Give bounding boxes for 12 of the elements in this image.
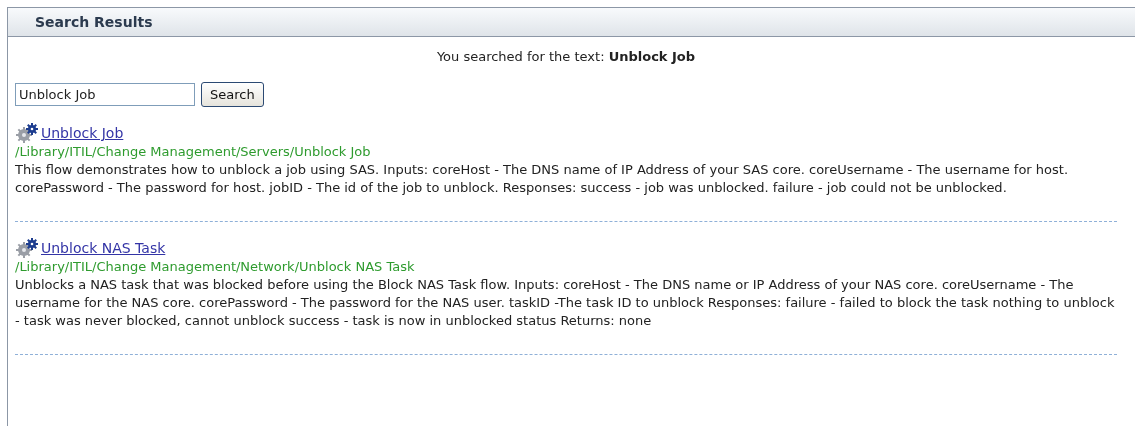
search-button[interactable]: Search bbox=[201, 82, 264, 107]
search-summary: You searched for the text: Unblock Job bbox=[436, 49, 696, 64]
panel-title: Search Results bbox=[35, 14, 153, 30]
result-path: /Library/ITIL/Change Management/Network/Unblock NAS Task bbox=[15, 258, 416, 276]
result-description: This flow demonstrates how to unblock a job using SAS. Inputs: coreHost - The DNS name of IP Address of your SAS core. coreUsername - The username for host. corePassword - The password for host. jobID - The id of the job to unblock. Responses: success - job was unblocked. failure - job could not be unblocked. bbox=[15, 161, 1070, 197]
result-title-link[interactable]: Unblock Job bbox=[41, 125, 124, 141]
result-path: /Library/ITIL/Change Management/Servers/Unblock Job bbox=[15, 143, 372, 161]
result-title-link[interactable]: Unblock NAS Task bbox=[41, 240, 166, 256]
gears-icon bbox=[15, 238, 39, 258]
gears-icon bbox=[15, 123, 39, 143]
search-field[interactable]: Unblock Job bbox=[15, 83, 195, 106]
result-description: Unblocks a NAS task that was blocked before using the Block NAS Task flow. Inputs: coreHost - The DNS name or IP Address of your NAS core. coreUsername - The username for the NAS core. corePassword - The password for the NAS user. taskID -The task ID to unblock Responses: failure - failed to block the task nothing to unblock - task was never blocked, cannot unblock success - task is now in unblocked status Returns: none bbox=[15, 276, 1116, 330]
